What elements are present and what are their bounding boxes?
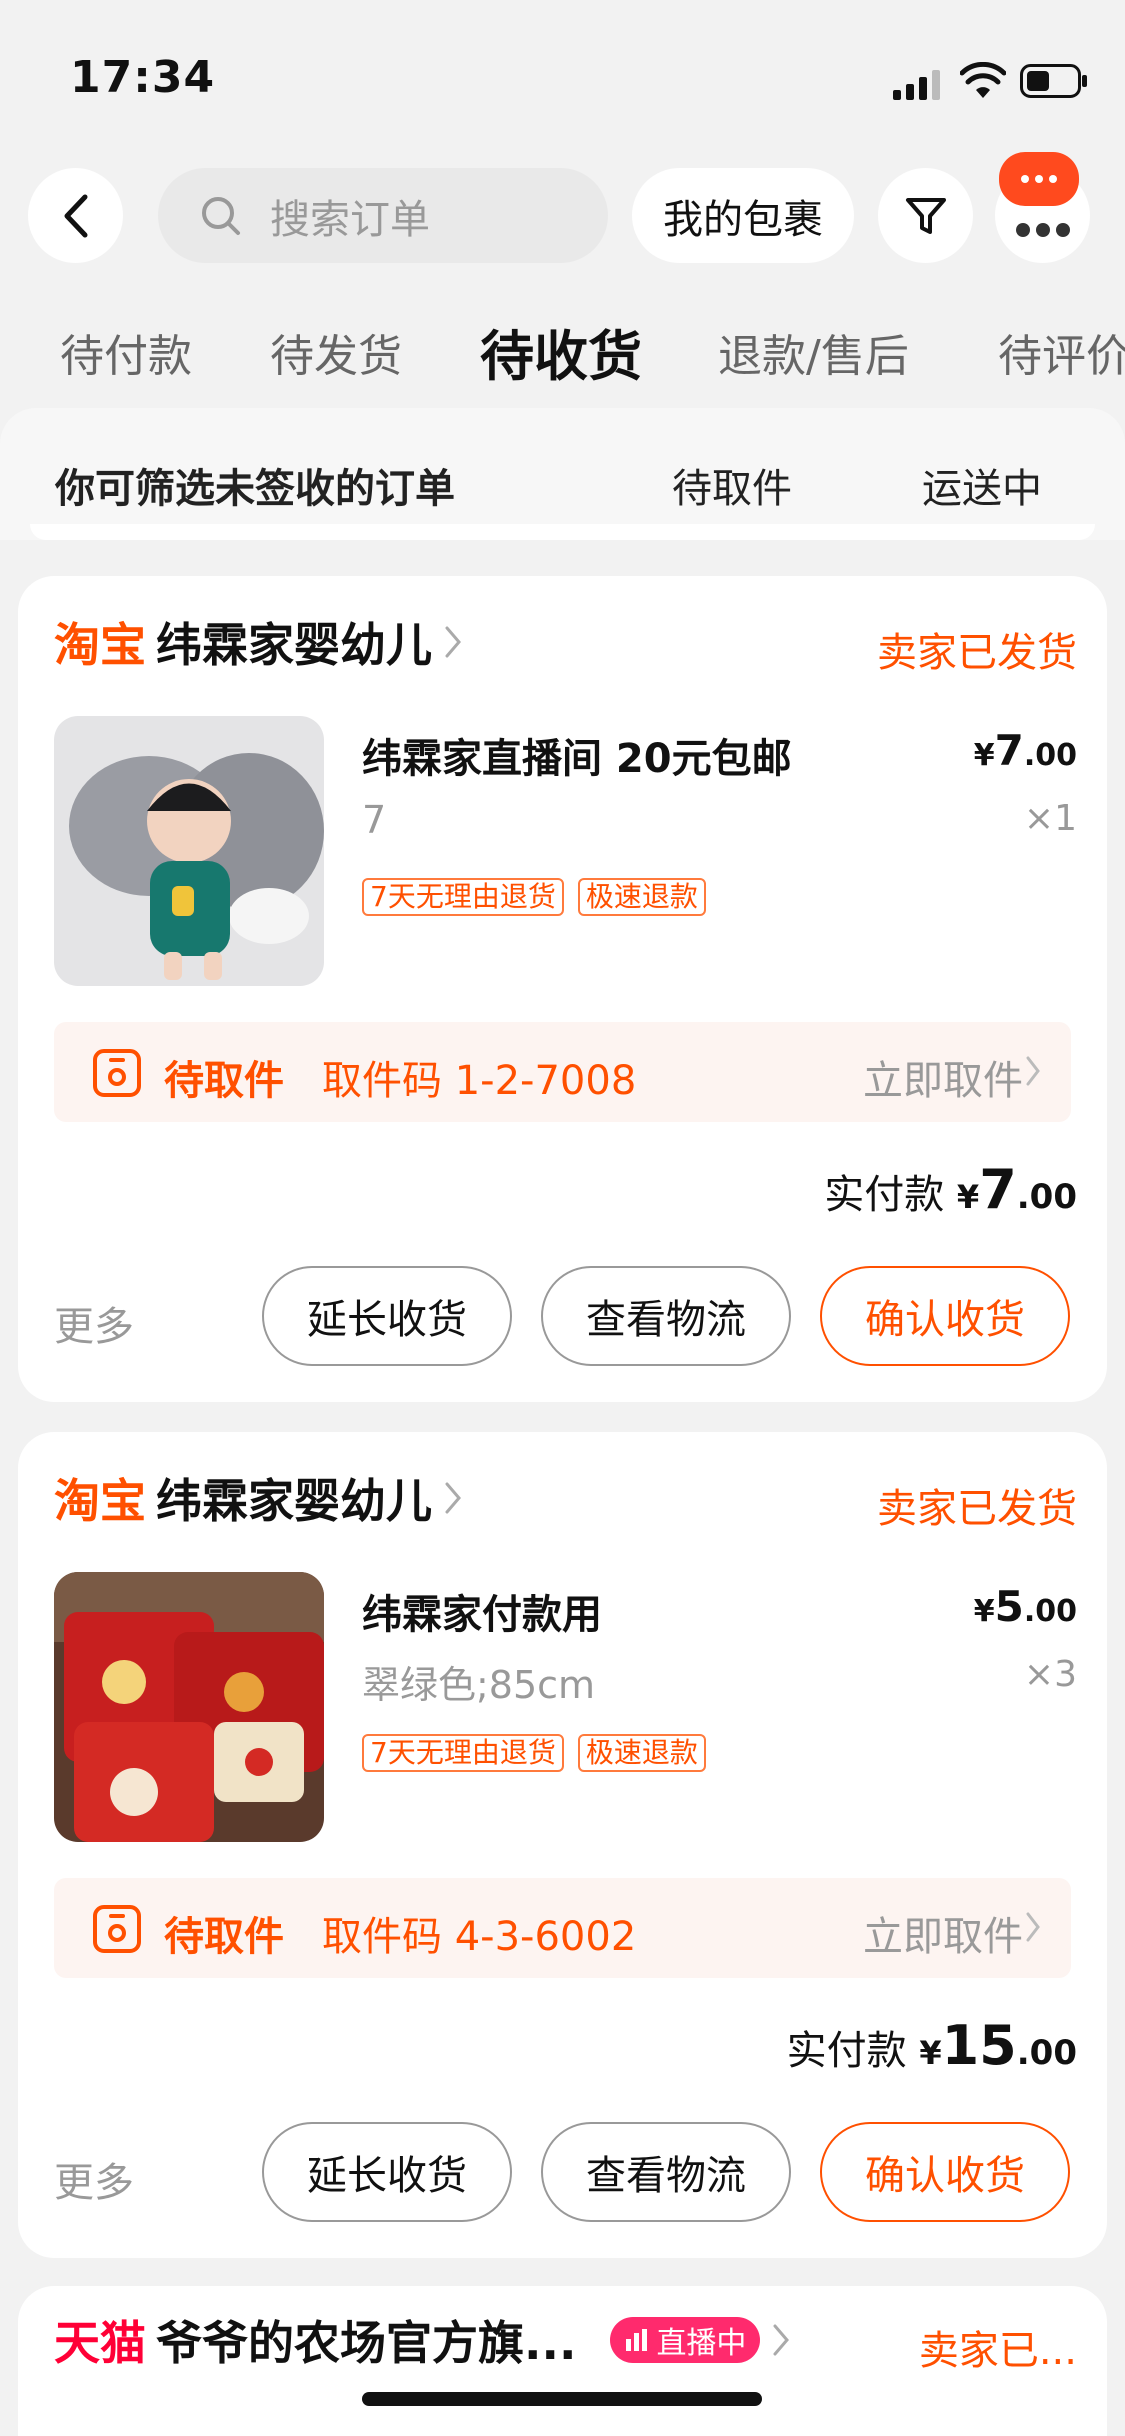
home-indicator[interactable]: [362, 2392, 762, 2406]
shop-row[interactable]: 天猫 爷爷的农场官方旗... 直播中: [54, 2310, 790, 2370]
item-quantity: ×3: [1023, 1654, 1077, 1695]
shop-row[interactable]: 淘宝 纬霖家婴幼儿: [54, 612, 462, 672]
chevron-right-icon: [1026, 1912, 1040, 1942]
tab-pending-shipment[interactable]: 待发货: [270, 320, 402, 384]
total-paid: 实付款 ¥15.00: [786, 2014, 1077, 2077]
tag-7day-return: 7天无理由退货: [362, 1734, 564, 1772]
shop-name: 爷爷的农场官方旗...: [156, 2316, 577, 2370]
pickup-status: 待取件: [164, 1058, 284, 1104]
confirm-receipt-button[interactable]: 确认收货: [820, 1266, 1070, 1366]
search-input[interactable]: 搜索订单: [158, 168, 608, 263]
pickup-bar[interactable]: 待取件 取件码 1-2-7008 立即取件: [54, 1022, 1071, 1122]
tag-7day-return: 7天无理由退货: [362, 878, 564, 916]
live-badge[interactable]: 直播中: [610, 2317, 761, 2363]
view-logistics-button[interactable]: 查看物流: [541, 2122, 791, 2222]
item-price: ¥7.00: [973, 726, 1077, 775]
pickup-code: 取件码 1-2-7008: [322, 1058, 637, 1104]
search-icon: [202, 196, 240, 235]
shipping-status: 卖家已...: [918, 2328, 1077, 2374]
pickup-now-link[interactable]: 立即取件: [863, 1048, 1023, 1106]
tab-pending-review[interactable]: 待评价: [998, 320, 1125, 384]
status-time: 17:34: [70, 52, 216, 103]
shop-name: 纬霖家婴幼儿: [156, 1474, 432, 1528]
tag-fast-refund: 极速退款: [577, 1734, 706, 1772]
filter-bar-bottom: [30, 524, 1095, 540]
order-card[interactable]: 淘宝 纬霖家婴幼儿 卖家已发货 纬霖家直播间 20元包邮 7 ¥7.00 ×1 …: [18, 576, 1107, 1402]
chevron-right-icon: [445, 1482, 461, 1514]
more-link[interactable]: 更多: [54, 2150, 134, 2208]
view-logistics-button[interactable]: 查看物流: [541, 1266, 791, 1366]
confirm-receipt-button[interactable]: 确认收货: [820, 2122, 1070, 2222]
pickup-code: 取件码 4-3-6002: [322, 1914, 637, 1960]
item-quantity: ×1: [1023, 798, 1077, 839]
status-bar: 17:34: [0, 0, 1125, 150]
battery-icon: [1020, 64, 1087, 98]
product-image[interactable]: [54, 716, 324, 986]
filter-hint: 你可筛选未签收的订单: [55, 466, 455, 512]
item-spec: 7: [362, 798, 387, 842]
item-price: ¥5.00: [973, 1582, 1077, 1631]
pickup-bar[interactable]: 待取件 取件码 4-3-6002 立即取件: [54, 1878, 1071, 1978]
live-bars-icon: [626, 2329, 648, 2351]
extend-receipt-button[interactable]: 延长收货: [262, 2122, 512, 2222]
shop-name: 纬霖家婴幼儿: [156, 618, 432, 672]
wifi-icon: [960, 62, 1006, 98]
tag-fast-refund: 极速退款: [577, 878, 706, 916]
search-placeholder: 搜索订单: [270, 196, 430, 243]
item-title[interactable]: 纬霖家直播间 20元包邮: [362, 726, 792, 784]
order-tabs: 待付款 待发货 待收货 退款/售后 待评价: [0, 320, 1125, 400]
cellular-signal-icon: [893, 70, 940, 100]
item-title[interactable]: 纬霖家付款用: [362, 1582, 602, 1640]
product-image[interactable]: [54, 1572, 324, 1842]
filter-icon: [905, 197, 946, 234]
platform-logo-taobao: 淘宝: [54, 618, 146, 672]
total-paid: 实付款 ¥7.00: [824, 1158, 1077, 1221]
chevron-right-icon: [773, 2324, 790, 2356]
live-label: 直播中: [656, 2326, 747, 2361]
message-badge[interactable]: [999, 152, 1079, 206]
extend-receipt-button[interactable]: 延长收货: [262, 1266, 512, 1366]
shipping-status: 卖家已发货: [877, 1486, 1077, 1532]
service-tags: 7天无理由退货 极速退款: [362, 1734, 706, 1772]
tab-pending-receipt[interactable]: 待收货: [480, 312, 642, 391]
service-tags: 7天无理由退货 极速退款: [362, 878, 706, 916]
shop-row[interactable]: 淘宝 纬霖家婴幼儿: [54, 1468, 462, 1528]
pickup-status: 待取件: [164, 1914, 284, 1960]
order-card[interactable]: 天猫 爷爷的农场官方旗... 直播中 卖家已...: [18, 2286, 1107, 2436]
chevron-left-icon: [64, 194, 87, 237]
tab-pending-payment[interactable]: 待付款: [60, 320, 192, 384]
filter-bar: 你可筛选未签收的订单 待取件 运送中: [0, 408, 1125, 540]
pickup-locker-icon: [93, 1905, 141, 1953]
more-link[interactable]: 更多: [54, 1294, 134, 1352]
filter-option-in-transit[interactable]: 运送中: [922, 456, 1042, 514]
my-packages-button[interactable]: 我的包裹: [632, 168, 854, 263]
shipping-status: 卖家已发货: [877, 630, 1077, 676]
platform-logo-taobao: 淘宝: [54, 1474, 146, 1528]
item-spec: 翠绿色;85cm: [362, 1663, 596, 1707]
pickup-locker-icon: [93, 1049, 141, 1097]
more-dots-icon: [1015, 222, 1070, 237]
chevron-right-icon: [1026, 1056, 1040, 1086]
chevron-right-icon: [445, 626, 461, 658]
filter-button[interactable]: [878, 168, 973, 263]
pickup-now-link[interactable]: 立即取件: [863, 1904, 1023, 1962]
back-button[interactable]: [28, 168, 123, 263]
platform-logo-tmall: 天猫: [54, 2316, 146, 2370]
filter-option-pickup[interactable]: 待取件: [672, 456, 792, 514]
tab-refund-aftersale[interactable]: 退款/售后: [718, 320, 909, 384]
order-card[interactable]: 淘宝 纬霖家婴幼儿 卖家已发货 纬霖家付款用 翠绿色;85cm ¥5.00 ×3…: [18, 1432, 1107, 2258]
